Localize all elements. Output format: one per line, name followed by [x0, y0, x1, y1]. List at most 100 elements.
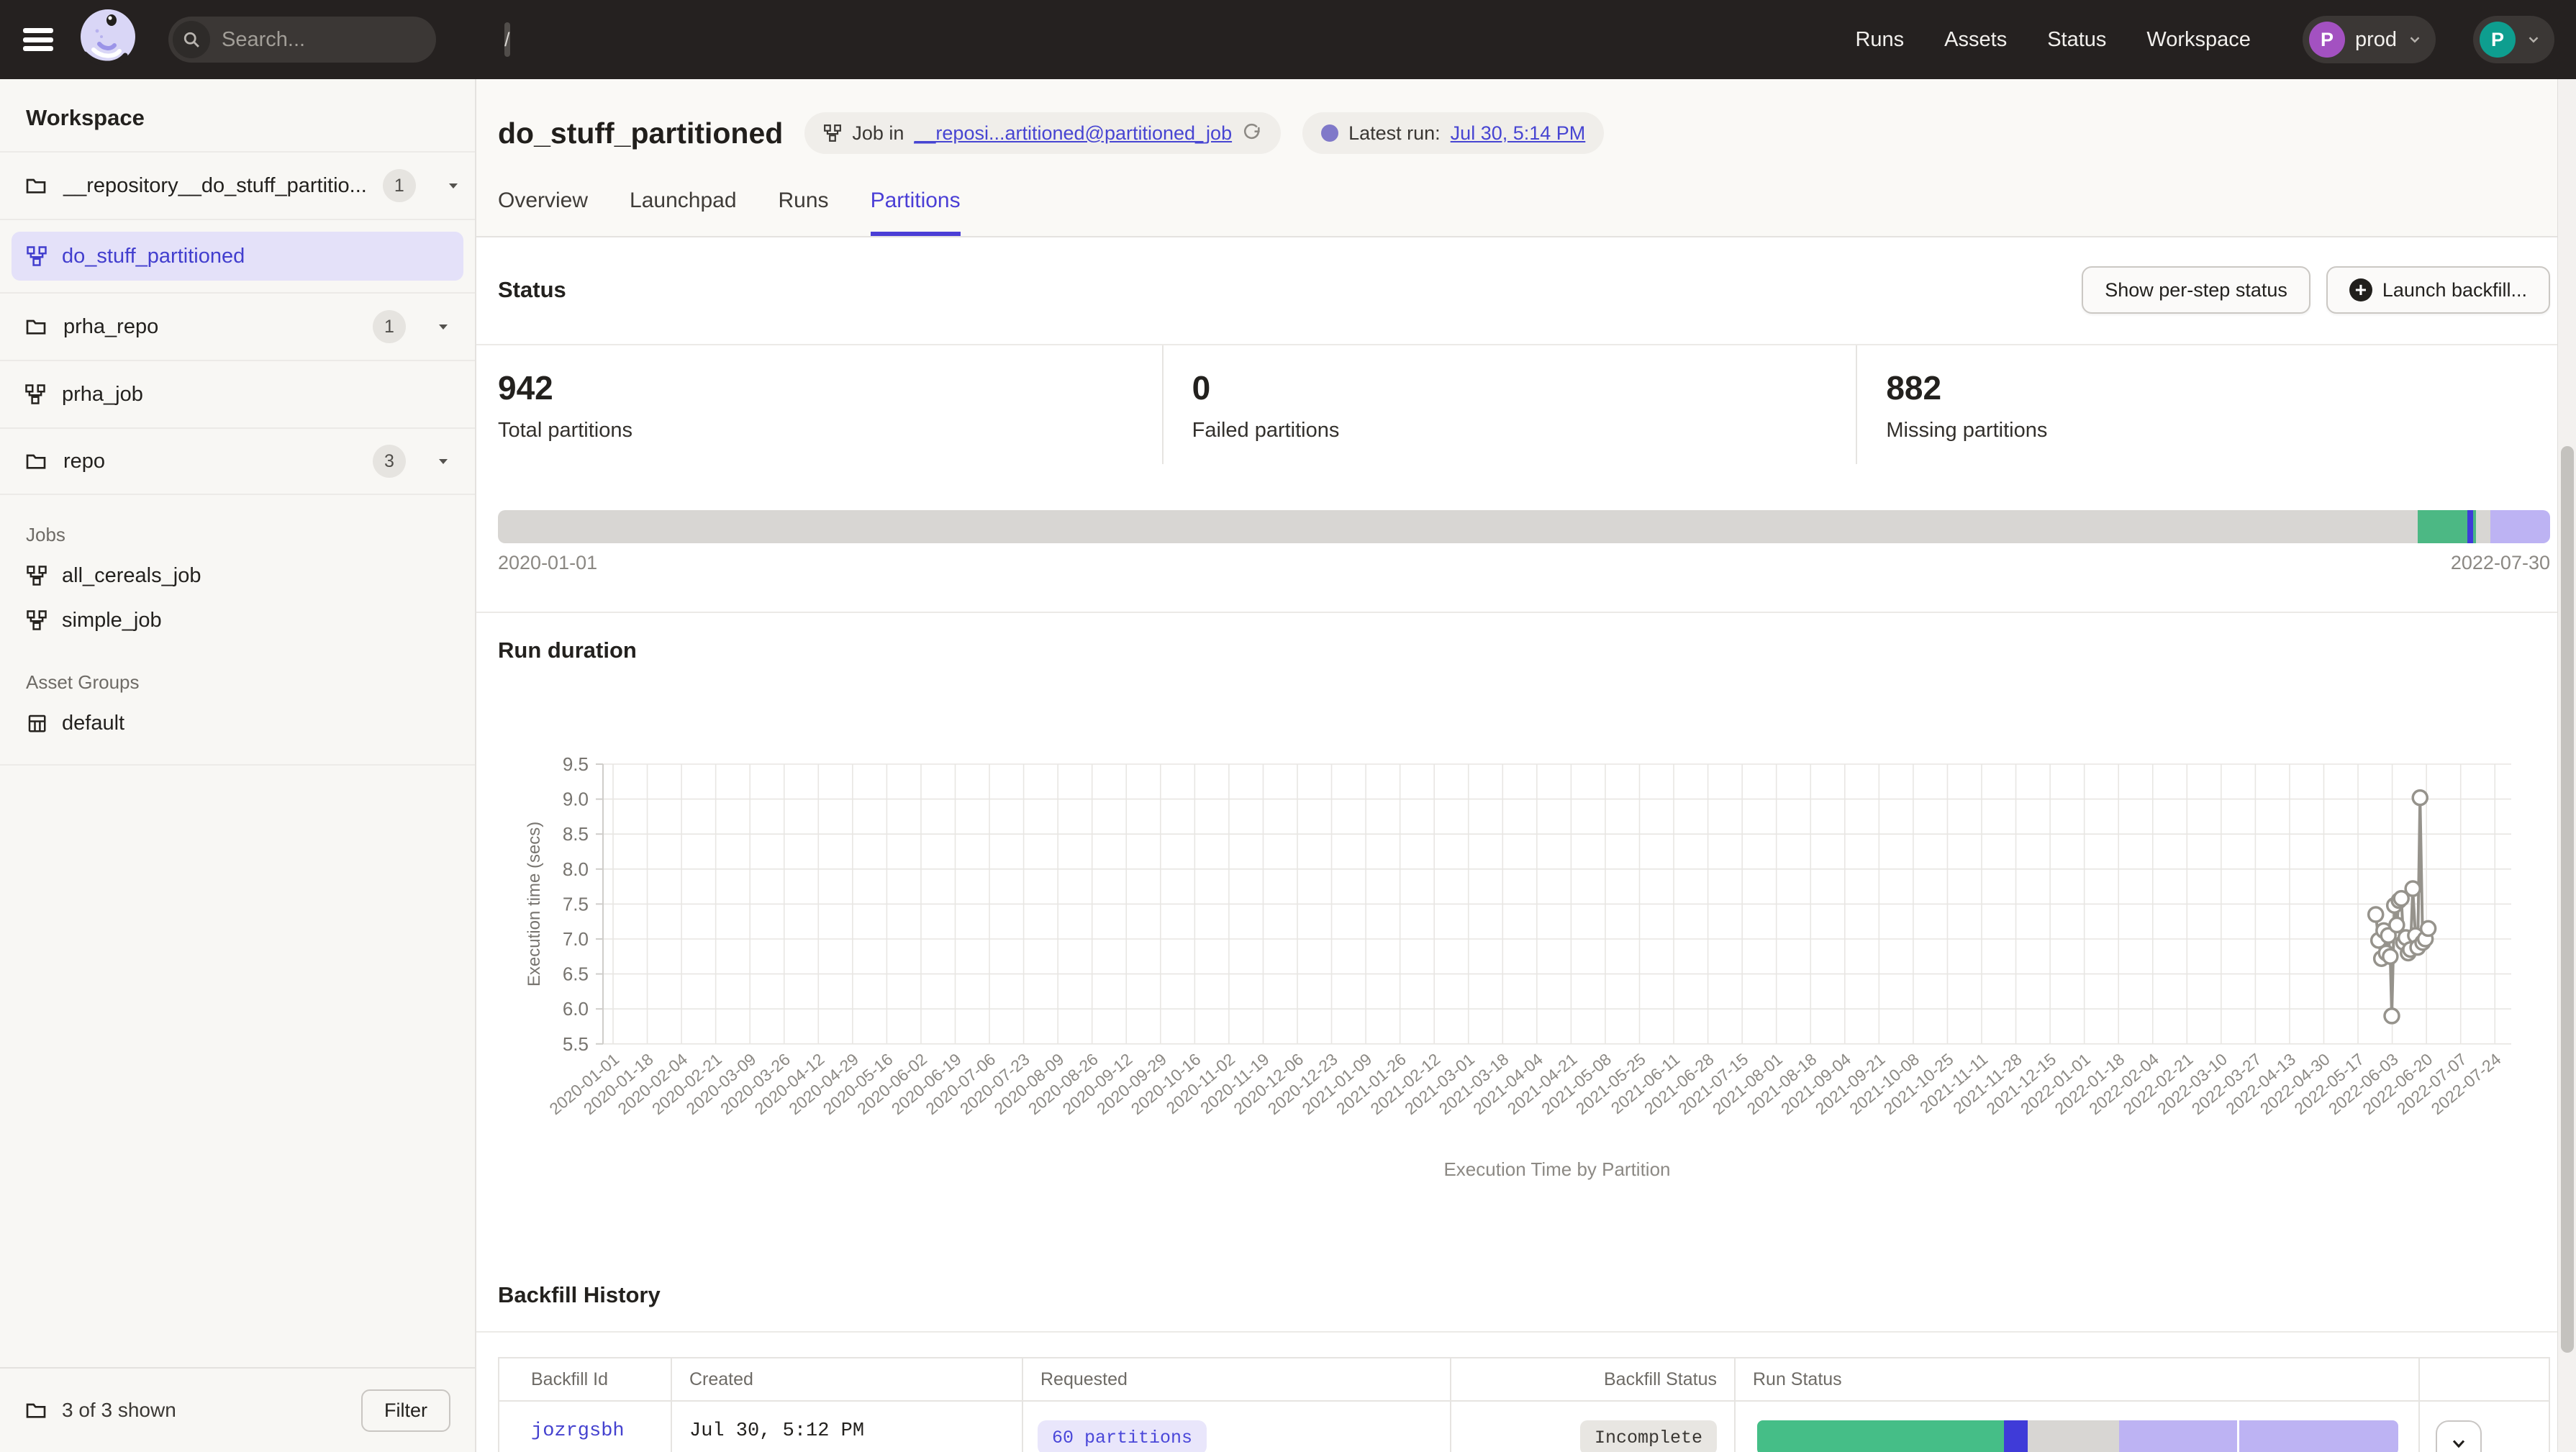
chevron-down-icon	[2407, 32, 2423, 47]
job-icon	[26, 565, 47, 586]
svg-text:8.0: 8.0	[563, 858, 589, 880]
col-backfill-status: Backfill Status	[1450, 1358, 1734, 1400]
col-requested: Requested	[1022, 1358, 1450, 1400]
main-scrollbar[interactable]	[2557, 79, 2576, 1452]
tab-partitions[interactable]: Partitions	[871, 189, 961, 236]
search-input[interactable]	[210, 28, 504, 52]
nav-link-workspace[interactable]: Workspace	[2146, 28, 2251, 52]
tab-overview[interactable]: Overview	[498, 189, 588, 236]
stat-missing-partitions: 882 Missing partitions	[1856, 345, 2550, 464]
run-status-dot	[1321, 124, 1338, 142]
stat-value: 882	[1886, 368, 2550, 407]
job-count-badge: 1	[383, 169, 416, 202]
dagster-logo[interactable]	[78, 8, 138, 71]
sidebar-item-label: prha_job	[62, 383, 143, 407]
job-count-badge: 1	[373, 310, 406, 343]
folder-icon	[24, 315, 47, 338]
nav-link-runs[interactable]: Runs	[1855, 28, 1904, 52]
show-per-step-status-button[interactable]: Show per-step status	[2082, 266, 2310, 314]
stat-failed-partitions: 0 Failed partitions	[1162, 345, 1856, 464]
partition-stats: 942 Total partitions 0 Failed partitions…	[498, 345, 2550, 464]
sidebar-item-repository-do-stuff[interactable]: __repository__do_stuff_partitio... 1	[0, 151, 475, 219]
sidebar-item-prha-job[interactable]: prha_job	[0, 360, 475, 427]
job-icon	[823, 124, 842, 142]
sidebar-item-prha-repo[interactable]: prha_repo 1	[0, 292, 475, 360]
table-header-row: Backfill Id Created Requested Backfill S…	[499, 1358, 2549, 1400]
job-origin-link[interactable]: __reposi...artitioned@partitioned_job	[914, 122, 1232, 145]
sidebar-selected-wrap: do_stuff_partitioned	[0, 219, 475, 292]
tab-launchpad[interactable]: Launchpad	[630, 189, 736, 236]
global-search[interactable]: /	[168, 17, 436, 63]
sidebar-jobs-group: Jobs all_cereals_job	[0, 524, 475, 643]
chevron-down-icon	[2449, 1433, 2469, 1452]
sidebar-item-label: do_stuff_partitioned	[62, 245, 245, 268]
expand-row-button[interactable]	[2436, 1420, 2482, 1452]
jobs-group-label: Jobs	[0, 524, 475, 546]
sidebar-item-simple-job[interactable]: simple_job	[0, 598, 475, 643]
repos-shown-count: 3 of 3 shown	[62, 1399, 176, 1422]
caret-down-icon[interactable]	[436, 319, 450, 334]
partition-range-start: 2020-01-01	[498, 552, 597, 574]
filter-button[interactable]: Filter	[361, 1389, 450, 1432]
backfill-status-tag: Incomplete	[1580, 1420, 1717, 1452]
svg-text:Execution time (secs): Execution time (secs)	[525, 822, 544, 986]
svg-text:7.5: 7.5	[563, 893, 589, 915]
deployment-avatar: P	[2309, 22, 2345, 58]
asset-groups-label: Asset Groups	[0, 671, 475, 694]
nav-link-status[interactable]: Status	[2047, 28, 2106, 52]
launch-backfill-label: Launch backfill...	[2382, 279, 2527, 301]
sidebar-item-label: repo	[63, 450, 105, 473]
deployment-name: prod	[2355, 28, 2397, 52]
tab-runs[interactable]: Runs	[779, 189, 829, 236]
job-icon	[24, 384, 46, 405]
svg-text:9.0: 9.0	[563, 789, 589, 810]
backfill-id-link[interactable]: jozrgsbh	[531, 1420, 625, 1442]
svg-text:7.0: 7.0	[563, 928, 589, 950]
status-heading: Status	[498, 277, 566, 303]
col-backfill-id: Backfill Id	[499, 1358, 671, 1400]
caret-down-icon[interactable]	[446, 178, 461, 193]
run-status-bar[interactable]	[1757, 1420, 2398, 1452]
stat-label: Failed partitions	[1192, 419, 1856, 443]
sidebar-footer: 3 of 3 shown Filter	[0, 1367, 475, 1452]
refresh-icon[interactable]	[1242, 123, 1262, 143]
stat-label: Missing partitions	[1886, 419, 2550, 443]
menu-icon[interactable]	[22, 25, 55, 54]
svg-text:8.5: 8.5	[563, 823, 589, 845]
job-tabs: Overview Launchpad Runs Partitions	[498, 189, 2550, 236]
sidebar-title: Workspace	[0, 79, 475, 151]
asset-group-icon	[26, 712, 47, 734]
folder-icon	[24, 450, 47, 473]
scrollbar-thumb[interactable]	[2561, 446, 2574, 1353]
col-run-status: Run Status	[1734, 1358, 2418, 1400]
nav-link-assets[interactable]: Assets	[1944, 28, 2007, 52]
caret-down-icon[interactable]	[436, 454, 450, 468]
sidebar-item-repo[interactable]: repo 3	[0, 427, 475, 495]
job-icon	[26, 609, 47, 631]
job-count-badge: 3	[373, 445, 406, 478]
slash-shortcut-badge: /	[504, 22, 510, 57]
sidebar-item-do-stuff-partitioned[interactable]: do_stuff_partitioned	[12, 232, 463, 281]
sidebar-item-all-cereals-job[interactable]: all_cereals_job	[0, 553, 475, 598]
user-avatar: P	[2480, 22, 2516, 58]
stat-value: 942	[498, 368, 1162, 407]
sidebar-item-label: __repository__do_stuff_partitio...	[63, 174, 367, 198]
sidebar-item-label: all_cereals_job	[62, 564, 201, 588]
workspace-sidebar: Workspace __repository__do_stuff_partiti…	[0, 79, 476, 1452]
partition-range-end: 2022-07-30	[2451, 552, 2550, 574]
requested-partitions-chip[interactable]: 60 partitions	[1038, 1420, 1207, 1452]
backfill-history-table: Backfill Id Created Requested Backfill S…	[498, 1357, 2550, 1452]
user-menu[interactable]: P	[2473, 16, 2554, 63]
latest-run-link[interactable]: Jul 30, 5:14 PM	[1451, 122, 1586, 145]
top-nav: / Runs Assets Status Workspace P prod P	[0, 0, 2576, 79]
svg-text:6.5: 6.5	[563, 963, 589, 985]
partition-status-bar[interactable]	[498, 510, 2550, 543]
launch-backfill-button[interactable]: + Launch backfill...	[2326, 266, 2550, 314]
deployment-switcher[interactable]: P prod	[2303, 16, 2436, 63]
sidebar-item-label: default	[62, 712, 124, 735]
col-created: Created	[671, 1358, 1022, 1400]
sidebar-item-default-group[interactable]: default	[0, 701, 475, 745]
run-duration-heading: Run duration	[498, 613, 2550, 663]
job-origin-chip: Job in __reposi...artitioned@partitioned…	[804, 112, 1281, 154]
backfill-history-heading: Backfill History	[498, 1282, 2550, 1308]
